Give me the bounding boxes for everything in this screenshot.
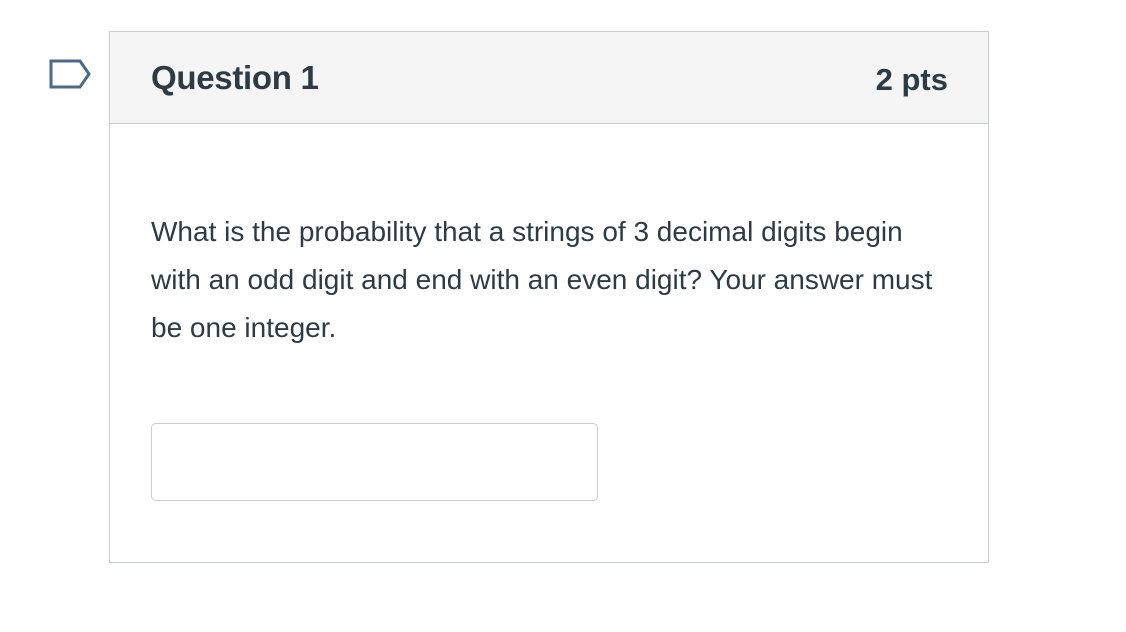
- flag-question-icon[interactable]: [48, 58, 92, 90]
- question-header: Question 1 2 pts: [110, 32, 988, 124]
- question-points: 2 pts: [875, 62, 948, 97]
- question-title: Question 1: [151, 59, 319, 96]
- answer-input[interactable]: [151, 423, 598, 501]
- question-text: What is the probability that a strings o…: [151, 216, 933, 343]
- question-card: Question 1 2 pts What is the probability…: [109, 31, 989, 563]
